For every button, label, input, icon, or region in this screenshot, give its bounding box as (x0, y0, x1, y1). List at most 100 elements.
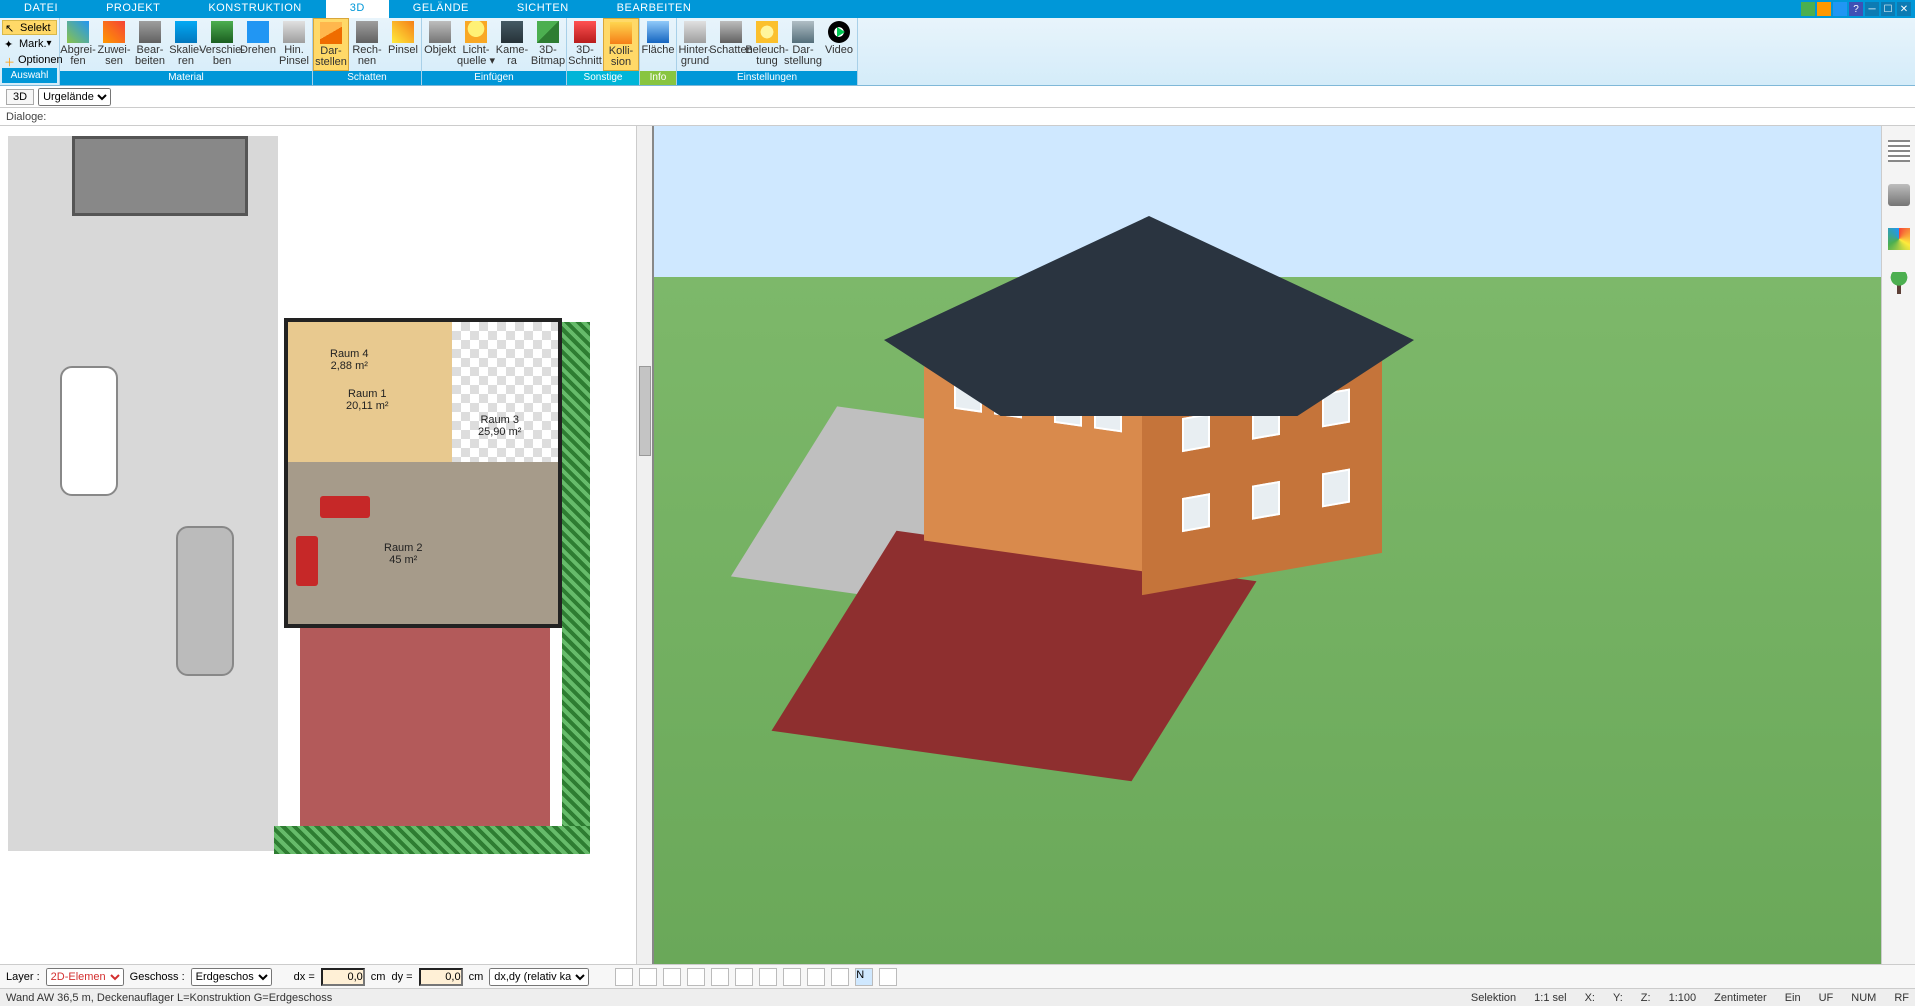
view-3d-render[interactable] (654, 126, 1881, 964)
status-scale: 1:100 (1669, 992, 1697, 1004)
group-label-einfuegen: Einfügen (422, 71, 566, 85)
maximize-icon[interactable]: ☐ (1881, 2, 1895, 16)
group-label-einstellungen: Einstellungen (677, 71, 857, 85)
view-selector-bar: 3D Urgelände (0, 86, 1915, 108)
ribbon-group-schatten: Dar- stellen Rech- nen Pinsel Schatten (313, 18, 422, 85)
help-icon[interactable]: ? (1849, 2, 1863, 16)
beleuchtung-button[interactable]: Beleuch- tung (749, 18, 785, 71)
3d-schnitt-button[interactable]: 3D- Schnitt (567, 18, 603, 71)
dy-input[interactable] (419, 968, 463, 986)
geschoss-label: Geschoss : (130, 971, 185, 983)
close-icon[interactable]: ✕ (1897, 2, 1911, 16)
selekt-button[interactable]: ↖Selekt (2, 20, 57, 35)
scrollbar-2d[interactable] (636, 126, 652, 964)
room1-label: Raum 120,11 m² (346, 388, 389, 412)
minimize-icon[interactable]: ─ (1865, 2, 1879, 16)
tool-icon-10[interactable] (831, 968, 849, 986)
pinsel-button[interactable]: Pinsel (385, 18, 421, 71)
layer-select[interactable]: 2D-Elemen (46, 968, 124, 986)
status-left: Wand AW 36,5 m, Deckenauflager L=Konstru… (6, 992, 332, 1004)
tool-icon-4[interactable] (687, 968, 705, 986)
shadow-icon (720, 21, 742, 43)
tool-icon-12[interactable] (879, 968, 897, 986)
menu-gelaende[interactable]: GELÄNDE (389, 0, 493, 18)
zuweisen-button[interactable]: Zuwei- sen (96, 18, 132, 71)
side-palette (1881, 126, 1915, 964)
ribbon-group-info: Fläche Info (640, 18, 677, 85)
menu-3d[interactable]: 3D (326, 0, 389, 18)
add-brush-icon (283, 21, 305, 43)
bearbeiten-button[interactable]: Bear- beiten (132, 18, 168, 71)
furniture-icon[interactable] (1888, 184, 1910, 206)
video-button[interactable]: Video (821, 18, 857, 71)
status-z: Z: (1641, 992, 1651, 1004)
mark-button[interactable]: ✦Mark. ▾ (2, 36, 57, 51)
titlebar-btn-3[interactable] (1833, 2, 1847, 16)
tool-icon-1[interactable] (615, 968, 633, 986)
view-2d-floorplan[interactable]: Raum 42,88 m² Raum 120,11 m² Raum 325,90… (0, 126, 654, 964)
cursor-icon: ↖ (5, 22, 17, 34)
hintergrund-button[interactable]: Hinter- grund (677, 18, 713, 71)
layers-icon[interactable] (1888, 140, 1910, 162)
status-ein: Ein (1785, 992, 1801, 1004)
geschoss-select[interactable]: Erdgeschos (191, 968, 272, 986)
play-icon (828, 21, 850, 43)
view-tab-3d[interactable]: 3D (6, 89, 34, 105)
flaeche-button[interactable]: Fläche (640, 18, 676, 71)
titlebar-btn-1[interactable] (1801, 2, 1815, 16)
status-y: Y: (1613, 992, 1623, 1004)
tool-icon-6[interactable] (735, 968, 753, 986)
hedge-bottom (274, 826, 590, 854)
3d-bitmap-button[interactable]: 3D- Bitmap (530, 18, 566, 71)
tool-icon-5[interactable] (711, 968, 729, 986)
ribbon-group-einstellungen: Hinter- grund Schatten Beleuch- tung Dar… (677, 18, 858, 85)
plants-icon[interactable] (1888, 272, 1910, 294)
menu-datei[interactable]: DATEI (0, 0, 82, 18)
kollision-button[interactable]: Kolli- sion (603, 18, 639, 71)
tool-icon-8[interactable] (783, 968, 801, 986)
menu-konstruktion[interactable]: KONSTRUKTION (184, 0, 325, 18)
sofa-2 (296, 536, 318, 586)
tool-icon-north[interactable]: N (855, 968, 873, 986)
collision-icon (610, 22, 632, 44)
lightbulb-icon (465, 21, 487, 43)
driveway (8, 136, 278, 851)
scrollbar-thumb[interactable] (639, 366, 651, 456)
verschieben-button[interactable]: Verschie- ben (204, 18, 240, 71)
materials-icon[interactable] (1888, 228, 1910, 250)
titlebar-btn-2[interactable] (1817, 2, 1831, 16)
dialoge-bar: Dialoge: (0, 108, 1915, 126)
darstellen-button[interactable]: Dar- stellen (313, 18, 349, 71)
object-icon (429, 21, 451, 43)
status-rf: RF (1894, 992, 1909, 1004)
edit-icon (139, 21, 161, 43)
tool-icon-3[interactable] (663, 968, 681, 986)
ribbon-group-auswahl: ↖Selekt ✦Mark. ▾ ＋Optionen Auswahl (0, 18, 60, 85)
coord-mode-select[interactable]: dx,dy (relativ ka (489, 968, 589, 986)
rechnen-button[interactable]: Rech- nen (349, 18, 385, 71)
menu-projekt[interactable]: PROJEKT (82, 0, 184, 18)
brush-icon (392, 21, 414, 43)
optionen-button[interactable]: ＋Optionen (2, 52, 57, 67)
tool-icon-2[interactable] (639, 968, 657, 986)
abgreifen-button[interactable]: Abgrei- fen (60, 18, 96, 71)
tool-icon-7[interactable] (759, 968, 777, 986)
schatten-button[interactable]: Schatten (713, 18, 749, 71)
menu-bearbeiten[interactable]: BEARBEITEN (593, 0, 716, 18)
objekt-button[interactable]: Objekt (422, 18, 458, 71)
dy-label: dy = (391, 971, 412, 983)
terrain-select[interactable]: Urgelände (38, 88, 111, 106)
dx-input[interactable] (321, 968, 365, 986)
kamera-button[interactable]: Kame- ra (494, 18, 530, 71)
hin-pinsel-button[interactable]: Hin. Pinsel (276, 18, 312, 71)
darstellung-button[interactable]: Dar- stellung (785, 18, 821, 71)
drehen-button[interactable]: Drehen (240, 18, 276, 71)
background-icon (684, 21, 706, 43)
window-buttons: ? ─ ☐ ✕ (1801, 0, 1915, 18)
area-icon (647, 21, 669, 43)
tool-icon-9[interactable] (807, 968, 825, 986)
bitmap-icon (537, 21, 559, 43)
display-icon (792, 21, 814, 43)
lichtquelle-button[interactable]: Licht- quelle ▾ (458, 18, 494, 71)
menu-sichten[interactable]: SICHTEN (493, 0, 593, 18)
